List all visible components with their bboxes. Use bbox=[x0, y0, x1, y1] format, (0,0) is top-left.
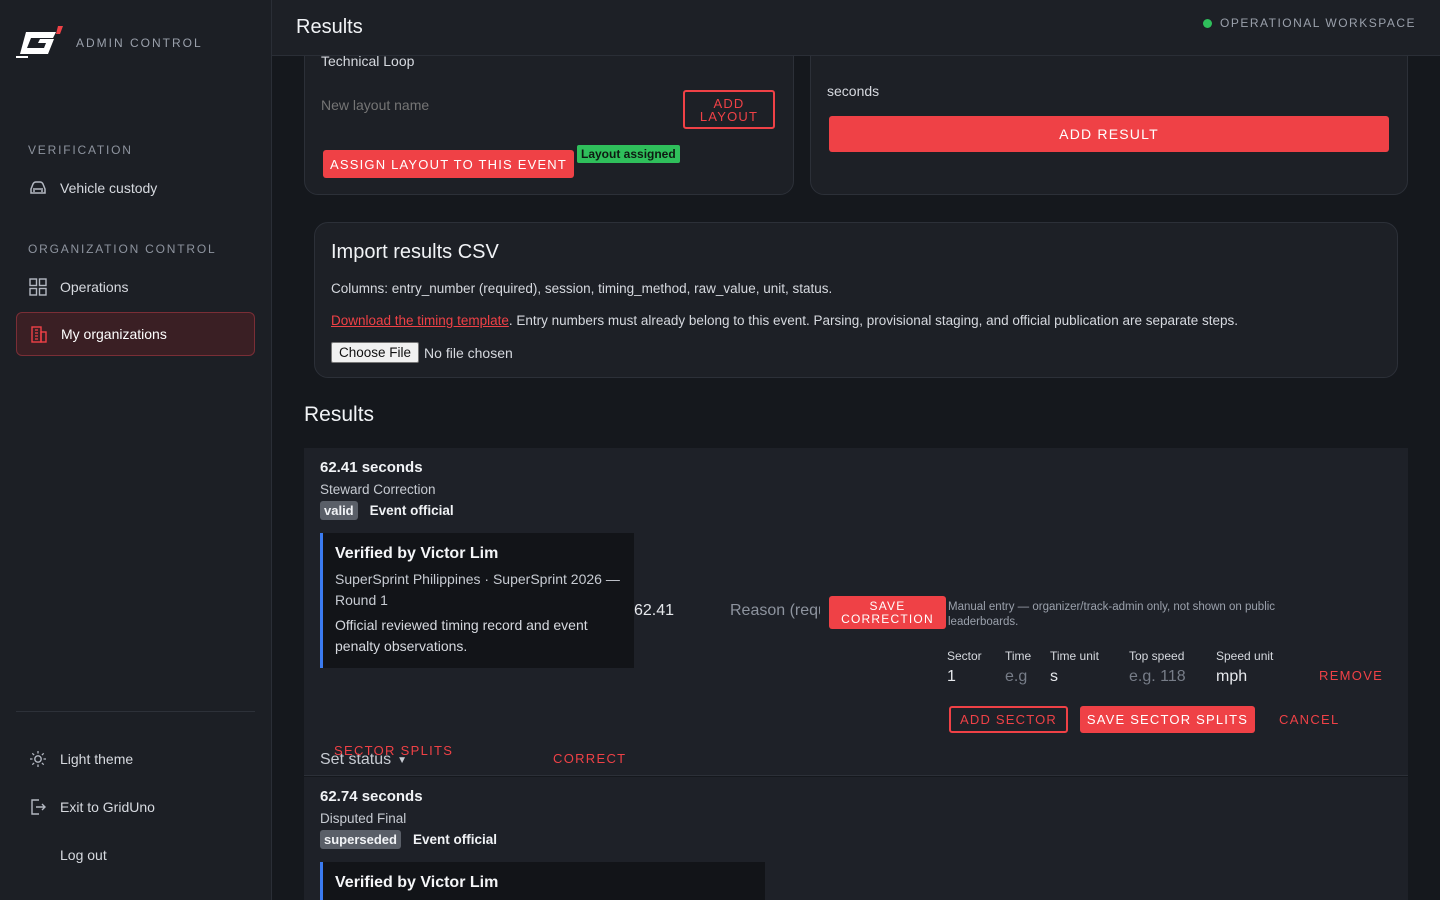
result-item: 62.41 seconds Steward Correction valid E… bbox=[304, 448, 1408, 776]
logout-button[interactable]: Log out bbox=[16, 833, 255, 877]
section-verification: VERIFICATION bbox=[28, 143, 133, 157]
choose-file-button[interactable]: Choose File bbox=[331, 342, 420, 363]
exit-icon bbox=[28, 797, 48, 817]
download-template-link[interactable]: Download the timing template bbox=[331, 313, 509, 328]
sector-splits-button[interactable]: SECTOR SPLITS bbox=[334, 743, 453, 758]
sun-icon bbox=[28, 749, 48, 769]
car-icon bbox=[28, 178, 48, 198]
result-badges: superseded Event official bbox=[320, 830, 497, 849]
add-layout-button[interactable]: ADD LAYOUT bbox=[683, 90, 775, 129]
verified-by: Verified by Victor Lim bbox=[335, 874, 499, 891]
add-result-button[interactable]: ADD RESULT bbox=[829, 116, 1389, 152]
time-input[interactable]: e.g bbox=[1005, 668, 1027, 686]
sidebar-item-label: My organizations bbox=[61, 326, 167, 342]
add-sector-button[interactable]: ADD SECTOR bbox=[949, 706, 1068, 733]
workspace-status: OPERATIONAL WORKSPACE bbox=[1203, 16, 1416, 30]
logo-icon bbox=[16, 26, 63, 58]
event-name: SuperSprint Philippines · SuperSprint 20… bbox=[335, 571, 620, 608]
main-content: Technical Loop ADD LAYOUT ASSIGN LAYOUT … bbox=[272, 56, 1440, 900]
sidebar-item-label: Operations bbox=[60, 279, 129, 295]
verification-note: Official reviewed timing record and even… bbox=[335, 617, 588, 654]
grid-icon bbox=[28, 277, 48, 297]
import-csv-card: Import results CSV Columns: entry_number… bbox=[314, 222, 1398, 378]
workspace-label: OPERATIONAL WORKSPACE bbox=[1220, 16, 1416, 30]
result-time: 62.74 seconds bbox=[320, 788, 423, 805]
theme-toggle-label: Light theme bbox=[60, 751, 134, 767]
status-badge: superseded bbox=[320, 830, 401, 849]
cancel-button[interactable]: CANCEL bbox=[1279, 712, 1340, 727]
current-layout: Technical Loop bbox=[321, 56, 415, 69]
speed-unit-select[interactable]: mph bbox=[1216, 668, 1247, 686]
save-correction-button[interactable]: SAVE CORRECTION bbox=[829, 596, 946, 629]
sidebar-item-operations[interactable]: Operations bbox=[16, 265, 255, 309]
section-organization-control: ORGANIZATION CONTROL bbox=[28, 242, 217, 256]
building-icon bbox=[29, 324, 49, 344]
verification-box: Verified by Victor Lim bbox=[320, 862, 765, 900]
theme-toggle[interactable]: Light theme bbox=[16, 737, 255, 781]
verified-by: Verified by Victor Lim bbox=[335, 545, 499, 562]
unit-value: seconds bbox=[827, 83, 880, 99]
add-result-card: seconds ADD RESULT bbox=[810, 56, 1408, 195]
brand-text: ADMIN CONTROL bbox=[76, 36, 203, 50]
page-title: Results bbox=[296, 16, 363, 38]
time-label: Time bbox=[1005, 649, 1032, 663]
sector-label: Sector bbox=[947, 649, 982, 663]
no-file-text: No file chosen bbox=[424, 344, 513, 361]
layout-assigned-badge: Layout assigned bbox=[577, 145, 680, 163]
reason-input[interactable]: Reason (required) bbox=[730, 602, 820, 622]
top-bar: Results OPERATIONAL WORKSPACE bbox=[272, 0, 1440, 56]
sidebar: ADMIN CONTROL VERIFICATION Vehicle custo… bbox=[0, 0, 272, 900]
time-unit-select[interactable]: s bbox=[1050, 668, 1058, 686]
result-time: 62.41 seconds bbox=[320, 459, 423, 476]
exit-label: Exit to GridUno bbox=[60, 799, 155, 815]
time-unit-label: Time unit bbox=[1050, 649, 1099, 663]
scope-label: Event official bbox=[412, 832, 498, 847]
save-sector-splits-button[interactable]: SAVE SECTOR SPLITS bbox=[1080, 706, 1255, 733]
scope-label: Event official bbox=[369, 503, 454, 518]
top-speed-label: Top speed bbox=[1129, 649, 1185, 663]
exit-button[interactable]: Exit to GridUno bbox=[16, 785, 255, 829]
results-heading: Results bbox=[304, 403, 375, 426]
result-badges: valid Event official bbox=[320, 501, 454, 520]
speed-unit-label: Speed unit bbox=[1216, 649, 1274, 663]
assign-layout-button[interactable]: ASSIGN LAYOUT TO THIS EVENT bbox=[323, 150, 574, 178]
top-speed-input[interactable]: e.g. 118 bbox=[1129, 668, 1186, 686]
columns-text: Columns: entry_number (required), sessio… bbox=[331, 281, 833, 296]
result-session: Disputed Final bbox=[320, 811, 407, 826]
sector-input[interactable]: 1 bbox=[947, 668, 956, 686]
sidebar-item-vehicle-custody[interactable]: Vehicle custody bbox=[16, 166, 255, 210]
sidebar-item-label: Vehicle custody bbox=[60, 180, 158, 196]
status-dot-icon bbox=[1203, 18, 1213, 28]
brand[interactable]: ADMIN CONTROL bbox=[16, 24, 203, 62]
result-item: 62.74 seconds Disputed Final superseded … bbox=[304, 777, 1408, 900]
correction-value-input[interactable]: 62.41 bbox=[634, 602, 674, 620]
sidebar-divider bbox=[16, 711, 255, 712]
logout-label: Log out bbox=[60, 847, 107, 863]
remove-sector-button[interactable]: REMOVE bbox=[1319, 668, 1383, 683]
sidebar-item-my-organizations[interactable]: My organizations bbox=[16, 312, 255, 356]
correct-button[interactable]: CORRECT bbox=[553, 751, 626, 766]
template-note: . Entry numbers must already belong to t… bbox=[508, 313, 1239, 328]
template-line: Download the timing template. Entry numb… bbox=[331, 313, 1238, 328]
result-session: Steward Correction bbox=[320, 482, 436, 497]
manual-entry-note: Manual entry — organizer/track-admin onl… bbox=[948, 601, 1276, 628]
file-picker: Choose File No file chosen bbox=[331, 342, 513, 363]
new-layout-name-input[interactable] bbox=[321, 89, 661, 121]
import-title: Import results CSV bbox=[331, 241, 499, 263]
status-badge: valid bbox=[320, 501, 358, 520]
verification-box: Verified by Victor Lim SuperSprint Phili… bbox=[320, 533, 634, 668]
layout-card: Technical Loop ADD LAYOUT ASSIGN LAYOUT … bbox=[304, 56, 794, 195]
